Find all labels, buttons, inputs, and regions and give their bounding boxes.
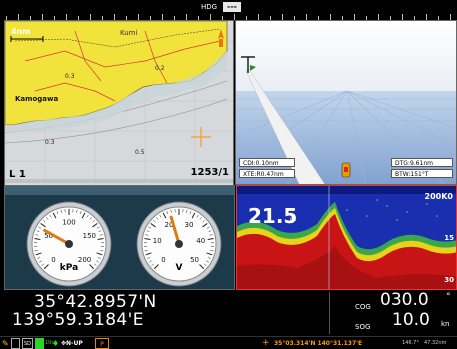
gauge-unit-label: kPa [60, 263, 78, 273]
gauges-pane[interactable]: 0 50 100 150 200 kPa 0 10 20 30 40 50 V [4, 185, 235, 290]
sog-label: SOG [355, 323, 371, 331]
pressure-gauge: 050100150200kPa [26, 201, 112, 287]
fish-finder-pane[interactable]: 21.5 m 200K0 15 30 [236, 185, 457, 290]
cog-unit: ° [446, 292, 451, 302]
xte-readout: XTE:R0.47nm [239, 169, 295, 178]
chart-count: 1253/1 [190, 167, 229, 178]
cursor-cross-icon [191, 127, 211, 147]
wrench-icon[interactable]: ✎ [2, 338, 9, 349]
longitude: 139°59.3184'E [12, 310, 144, 330]
cursor-bearing: 146.7° [402, 340, 419, 346]
chart-info-strip [5, 179, 233, 183]
cog-value: 030.0 [380, 290, 429, 310]
echo-display [237, 186, 456, 289]
gauge-tick-label: 30 [185, 221, 194, 229]
gauge-hub [65, 240, 73, 248]
panel-divider [329, 292, 330, 334]
gps-signal-icon [35, 338, 44, 349]
gauges-header [5, 186, 234, 195]
range-mid-label: 15 [444, 234, 454, 242]
layout-icon[interactable] [11, 338, 20, 349]
sog-unit: kn [441, 320, 450, 328]
cog-label: COG [355, 303, 371, 311]
status-bar: ✎ SD 10s ♦ ✥N-UP P + 35°03.314'N 140°31.… [0, 336, 457, 349]
sd-card-icon[interactable]: SD [22, 338, 33, 349]
depth-label: 0.2 [155, 65, 165, 72]
cursor-icon: + [262, 338, 270, 348]
route-name: L 1 [9, 169, 26, 180]
orientation-label: N-UP [66, 340, 83, 347]
cursor-position: 35°03.314'N 140°31.137'E [274, 340, 363, 347]
latitude: 35°42.8957'N [34, 292, 157, 312]
voltage-gauge: 01020 304050V [136, 201, 222, 287]
orientation-mode[interactable]: ✥N-UP [61, 338, 83, 349]
gauge-tick-label: 0 [161, 256, 165, 264]
place-name-kumi: Kumi [120, 29, 138, 37]
gauge-tick-label: 50 [190, 256, 199, 264]
sog-value: 10.0 [392, 310, 430, 330]
btw-readout: BTW:151°T [391, 169, 453, 178]
chart-scale: 4nm [11, 27, 31, 36]
heading-tape: HDG --- [0, 0, 457, 20]
heading-label: HDG [201, 3, 218, 11]
gauge-tick-label: 100 [62, 219, 75, 227]
p-mode-button[interactable]: P [95, 338, 109, 349]
gauge-tick-label: 40 [196, 237, 205, 245]
location-pin-icon: ♦ [52, 339, 60, 348]
boat-icon [341, 162, 351, 178]
dtg-readout: DTG:9.61nm [391, 158, 453, 167]
gauge-tick-label: 200 [78, 256, 91, 264]
cdi-readout: CDI:0.10nm [239, 158, 295, 167]
depth-label: 0.3 [65, 73, 75, 80]
depth-label: 0.5 [135, 149, 145, 156]
depth-unit: m [290, 216, 296, 223]
gauge-tick-label: 150 [83, 232, 96, 240]
gauge-hub [175, 240, 183, 248]
range-top-label: 200K0 [424, 192, 453, 201]
gauge-tick-label: 10 [153, 237, 162, 245]
highway-pane[interactable]: CDI:0.10nm XTE:R0.47nm DTG:9.61nm BTW:15… [235, 20, 457, 185]
depth-label: 0.3 [45, 139, 55, 146]
gauge-unit-label: V [176, 263, 183, 273]
cursor-range: 47.32nm [424, 340, 447, 346]
chart-pane[interactable]: 4nm Kumi Kamogawa 0.3 0.2 0.3 0.5 L 1 12… [4, 20, 234, 195]
heading-value: --- [223, 2, 241, 12]
gauge-tick-label: 0 [51, 256, 55, 264]
range-bottom-label: 30 [444, 276, 454, 284]
nav-data-panel: 35°42.8957'N 139°59.3184'E COG 030.0 ° S… [0, 290, 457, 336]
place-name-kamogawa: Kamogawa [15, 95, 59, 103]
